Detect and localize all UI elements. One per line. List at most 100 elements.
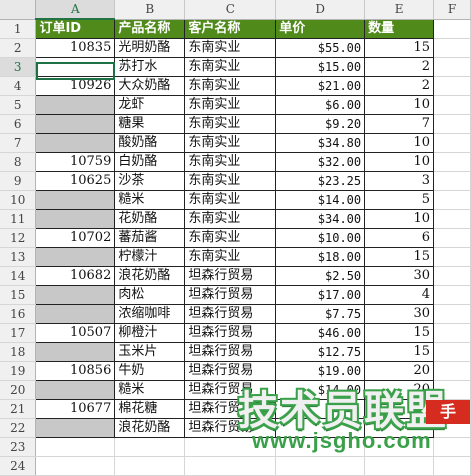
row-header[interactable]: 9 <box>0 171 37 191</box>
row-header[interactable]: 7 <box>0 133 37 153</box>
empty-cell[interactable] <box>433 266 471 286</box>
empty-cell[interactable] <box>433 57 471 77</box>
column-header-c[interactable]: C <box>184 0 277 20</box>
order-id-cell[interactable] <box>35 114 116 134</box>
header-cell[interactable]: 产品名称 <box>114 18 186 39</box>
product-cell[interactable]: 肉松 <box>114 285 186 305</box>
empty-cell[interactable] <box>433 323 471 343</box>
empty-cell[interactable] <box>433 171 471 191</box>
customer-cell[interactable]: 坦森行贸易 <box>184 304 277 324</box>
product-cell[interactable]: 苏打水 <box>114 57 186 77</box>
row-header[interactable]: 21 <box>0 399 37 419</box>
row-header[interactable]: 20 <box>0 380 37 400</box>
customer-cell[interactable]: 坦森行贸易 <box>184 285 277 305</box>
product-cell[interactable]: 糙米 <box>114 380 186 400</box>
price-cell[interactable]: $23.25 <box>275 171 366 191</box>
order-id-cell[interactable] <box>35 247 116 267</box>
quantity-cell[interactable]: 6 <box>364 228 435 248</box>
customer-cell[interactable]: 东南实业 <box>184 114 277 134</box>
price-cell[interactable]: $46.00 <box>275 323 366 343</box>
quantity-cell[interactable] <box>364 418 435 438</box>
product-cell[interactable]: 牛奶 <box>114 361 186 381</box>
quantity-cell[interactable]: 10 <box>364 209 435 229</box>
row-header[interactable]: 12 <box>0 228 37 248</box>
customer-cell[interactable]: 东南实业 <box>184 190 277 210</box>
column-header-e[interactable]: E <box>364 0 435 20</box>
empty-cell[interactable] <box>433 209 471 229</box>
customer-cell[interactable]: 坦森行贸易 <box>184 342 277 362</box>
row-header[interactable]: 6 <box>0 114 37 134</box>
price-cell[interactable]: $34.00 <box>275 209 366 229</box>
empty-cell[interactable] <box>364 456 435 476</box>
quantity-cell[interactable]: 30 <box>364 304 435 324</box>
empty-cell[interactable] <box>433 380 471 400</box>
empty-cell[interactable] <box>433 304 471 324</box>
order-id-cell[interactable]: 10682 <box>35 266 116 286</box>
empty-cell[interactable] <box>433 95 471 115</box>
column-header-a[interactable]: A <box>35 0 116 20</box>
quantity-cell[interactable]: 7 <box>364 114 435 134</box>
order-id-cell[interactable]: 10507 <box>35 323 116 343</box>
quantity-cell[interactable]: 10 <box>364 95 435 115</box>
header-cell[interactable]: 订单ID <box>35 18 116 39</box>
order-id-cell[interactable] <box>35 57 116 77</box>
product-cell[interactable]: 浪花奶酪 <box>114 266 186 286</box>
header-cell[interactable]: 数量 <box>364 18 435 39</box>
row-header[interactable]: 19 <box>0 361 37 381</box>
empty-cell[interactable] <box>433 285 471 305</box>
order-id-cell[interactable] <box>35 418 116 438</box>
price-cell[interactable]: $15.00 <box>275 57 366 77</box>
empty-cell[interactable] <box>433 342 471 362</box>
order-id-cell[interactable] <box>35 380 116 400</box>
product-cell[interactable]: 大众奶酪 <box>114 76 186 96</box>
customer-cell[interactable]: 坦森行贸易 <box>184 266 277 286</box>
quantity-cell[interactable]: 2 <box>364 76 435 96</box>
quantity-cell[interactable]: 15 <box>364 247 435 267</box>
price-cell[interactable]: $19.00 <box>275 361 366 381</box>
product-cell[interactable]: 糙米 <box>114 190 186 210</box>
customer-cell[interactable]: 东南实业 <box>184 133 277 153</box>
empty-cell[interactable] <box>433 19 471 39</box>
product-cell[interactable]: 白奶酪 <box>114 152 186 172</box>
price-cell[interactable]: $2.50 <box>275 266 366 286</box>
row-header[interactable]: 24 <box>0 456 37 476</box>
header-cell[interactable]: 单价 <box>275 18 366 39</box>
empty-cell[interactable] <box>114 456 186 476</box>
quantity-cell[interactable]: 10 <box>364 152 435 172</box>
order-id-cell[interactable] <box>35 209 116 229</box>
quantity-cell[interactable]: 15 <box>364 38 435 58</box>
row-header[interactable]: 5 <box>0 95 37 115</box>
price-cell[interactable]: $14.00 <box>275 190 366 210</box>
quantity-cell[interactable]: 15 <box>364 342 435 362</box>
row-header[interactable]: 16 <box>0 304 37 324</box>
row-header[interactable]: 18 <box>0 342 37 362</box>
customer-cell[interactable]: 东南实业 <box>184 209 277 229</box>
product-cell[interactable]: 酸奶酪 <box>114 133 186 153</box>
price-cell[interactable]: $6.00 <box>275 95 366 115</box>
quantity-cell[interactable]: 15 <box>364 323 435 343</box>
price-cell[interactable]: $55.00 <box>275 38 366 58</box>
price-cell[interactable]: $18.00 <box>275 247 366 267</box>
empty-cell[interactable] <box>433 38 471 58</box>
price-cell[interactable]: $34.80 <box>275 133 366 153</box>
empty-cell[interactable] <box>433 456 471 476</box>
order-id-cell[interactable]: 10677 <box>35 399 116 419</box>
price-cell[interactable]: $17.00 <box>275 285 366 305</box>
empty-cell[interactable] <box>35 456 116 476</box>
row-header[interactable]: 4 <box>0 76 37 96</box>
row-header[interactable]: 1 <box>0 19 37 39</box>
quantity-cell[interactable]: 4 <box>364 285 435 305</box>
order-id-cell[interactable] <box>35 285 116 305</box>
empty-cell[interactable] <box>433 418 471 438</box>
row-header[interactable]: 14 <box>0 266 37 286</box>
empty-cell[interactable] <box>184 456 277 476</box>
empty-cell[interactable] <box>433 361 471 381</box>
order-id-cell[interactable]: 10835 <box>35 38 116 58</box>
price-cell[interactable]: $9.20 <box>275 114 366 134</box>
customer-cell[interactable]: 东南实业 <box>184 76 277 96</box>
order-id-cell[interactable] <box>35 342 116 362</box>
column-header-d[interactable]: D <box>275 0 366 20</box>
price-cell[interactable]: $21.00 <box>275 76 366 96</box>
customer-cell[interactable]: 东南实业 <box>184 95 277 115</box>
price-cell[interactable]: $12.75 <box>275 342 366 362</box>
